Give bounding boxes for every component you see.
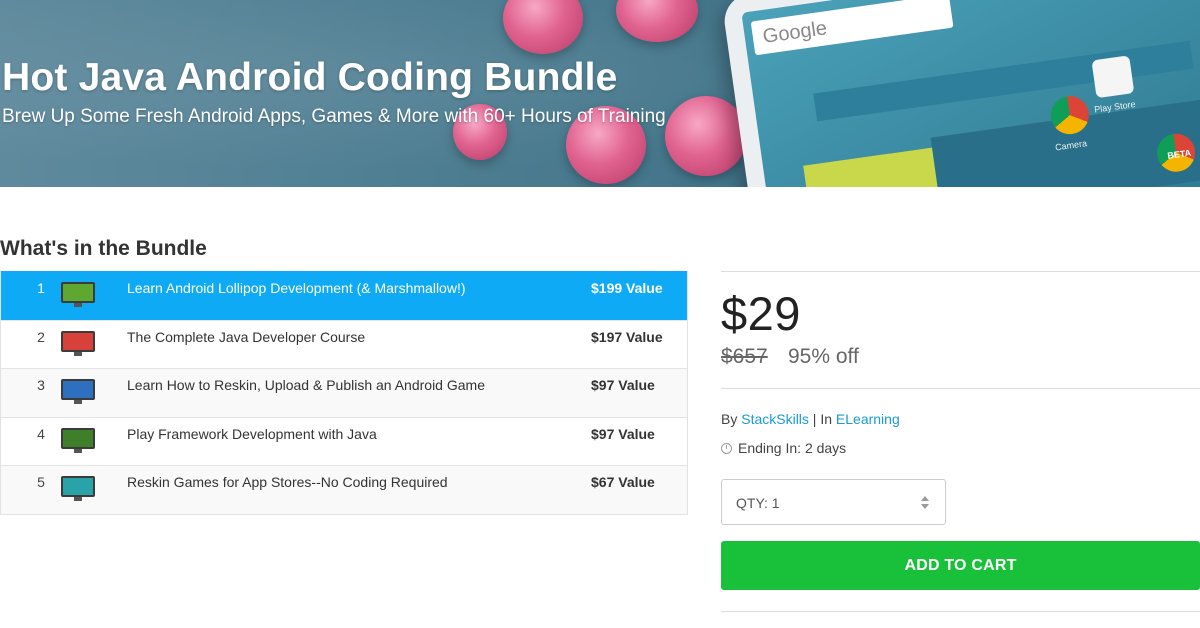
bundle-list: 1 Learn Android Lollipop Development (& … [0,271,688,515]
thumb-stand [74,351,82,356]
item-value: $97 Value [591,425,655,442]
quantity-stepper[interactable]: QTY: 1 [721,479,946,525]
item-title: The Complete Java Developer Course [127,328,366,345]
divider [721,611,1200,612]
thumb-screen [61,427,95,449]
vendor-link[interactable]: StackSkills [741,411,809,427]
item-value: $97 Value [591,377,655,394]
item-title: Learn How to Reskin, Upload & Publish an… [127,377,485,394]
thumb-stand [74,448,82,453]
thumb-stand [74,400,82,405]
course-thumbnail-icon [61,379,95,405]
thumb-stand [74,497,82,502]
spinner-arrows-icon[interactable] [921,496,931,510]
thumb-screen [61,330,95,352]
divider [721,271,1200,272]
screen-band [803,147,941,187]
item-title: Learn Android Lollipop Development (& Ma… [127,280,466,296]
original-price: $657 [721,345,768,368]
course-thumbnail-icon [61,330,95,357]
item-value: $197 Value [591,328,663,345]
page-subtitle: Brew Up Some Fresh Android Apps, Games &… [2,106,666,127]
item-number: 4 [37,425,45,442]
course-thumbnail-icon [61,282,95,308]
thumb-screen [61,379,95,401]
item-title: Play Framework Development with Java [127,425,377,442]
thumb-screen [61,282,95,303]
arrow-up-icon[interactable] [921,496,929,501]
course-thumbnail-icon [61,427,95,454]
phone-search-bar: Google [750,0,954,56]
discount-label: 95% off [788,345,859,368]
thumb-stand [74,303,82,307]
hero-banner: Google Play Store Camera BETA Hot Java A… [0,0,1200,187]
phone-image: Google Play Store Camera BETA [721,0,1200,187]
item-title: Reskin Games for App Stores--No Coding R… [127,474,448,491]
sale-price: $29 [721,287,801,340]
item-number: 3 [37,377,45,394]
item-number: 5 [37,474,45,491]
category-link[interactable]: ELearning [836,411,900,427]
in-prefix: | In [808,411,836,427]
bundle-section-title: What's in the Bundle [0,237,207,260]
divider [721,388,1200,389]
by-prefix: By [721,411,742,427]
quantity-value: QTY: 1 [736,495,780,511]
ending-text: Ending In: 2 days [738,440,847,456]
bundle-item-3[interactable]: 3 Learn How to Reskin, Upload & Publish … [1,368,687,417]
play-store-icon [1091,55,1135,99]
item-number: 2 [37,328,45,345]
add-to-cart-button[interactable]: ADD TO CART [721,541,1200,590]
page-title: Hot Java Android Coding Bundle [2,56,618,99]
item-value: $199 Value [591,280,663,296]
bundle-item-4[interactable]: 4 Play Framework Development with Java $… [1,416,687,466]
course-thumbnail-icon [61,476,95,502]
bundle-item-2[interactable]: 2 The Complete Java Developer Course $19… [1,319,687,369]
item-value: $67 Value [591,474,655,491]
bundle-item-1[interactable]: 1 Learn Android Lollipop Development (& … [1,271,687,320]
thumb-screen [61,476,95,498]
phone-screen: Google Play Store Camera BETA [741,0,1200,187]
candy-decoration [665,96,747,176]
item-number: 1 [37,280,45,296]
clock-icon [721,443,732,454]
ending-info: Ending In: 2 days [721,440,846,456]
bundle-item-5[interactable]: 5 Reskin Games for App Stores--No Coding… [1,465,687,514]
arrow-down-icon[interactable] [921,504,929,509]
vendor-byline: By StackSkills | In ELearning [721,411,900,427]
